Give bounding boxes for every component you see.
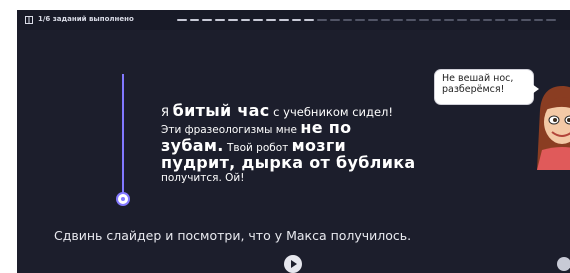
progress-segment <box>329 19 340 21</box>
progress-segment <box>418 19 429 21</box>
slider-handle[interactable] <box>116 192 130 206</box>
progress-segment <box>278 19 289 21</box>
speech-bubble: Не вешай нос, разберёмся! <box>434 69 539 105</box>
book-icon <box>25 16 33 24</box>
progress-segment <box>520 19 531 21</box>
story-word: получится. Ой! <box>161 172 245 185</box>
story-emphasis: битый час <box>172 101 270 120</box>
progress-segment <box>380 19 391 21</box>
progress-segment <box>317 19 327 21</box>
progress-segment <box>444 19 455 21</box>
character-avatar <box>537 85 570 170</box>
instruction-text: Сдвинь слайдер и посмотри, что у Макса п… <box>54 228 412 243</box>
progress-segment <box>227 19 238 21</box>
progress-segment <box>304 19 315 21</box>
progress-segment <box>393 19 404 21</box>
progress-segment <box>202 19 213 21</box>
progress-segment <box>546 19 557 21</box>
progress-segment <box>355 19 366 21</box>
story-word: Я <box>161 105 173 119</box>
progress-segment <box>508 19 518 21</box>
progress-segment <box>457 19 467 21</box>
play-button[interactable] <box>284 255 302 273</box>
progress-segment <box>240 19 251 21</box>
progress-segment <box>253 19 264 21</box>
story-word: Эти фразеологизмы мне <box>161 124 301 137</box>
progress-segment <box>533 19 544 21</box>
progress-segment <box>189 19 200 21</box>
progress-label: 1/6 заданий выполнено <box>38 15 134 23</box>
story-emphasis: мозги <box>291 135 347 155</box>
progress-segment <box>177 19 187 21</box>
story-text: Я битый час с учебником сидел! Эти фразе… <box>161 102 461 185</box>
progress-segment <box>368 19 378 21</box>
bubble-text: Не вешай нос, разберёмся! <box>442 73 514 95</box>
progress-segment <box>431 19 442 21</box>
story-emphasis: зубам. <box>161 135 224 155</box>
slider-track[interactable] <box>122 74 124 199</box>
progress-segment <box>495 19 506 21</box>
story-emphasis: не по <box>300 118 352 138</box>
progress-bar: 1/6 заданий выполнено <box>17 10 570 30</box>
progress-segment <box>215 19 225 21</box>
progress-segment <box>482 19 493 21</box>
progress-segment <box>406 19 416 21</box>
progress-segment <box>342 19 353 21</box>
story-emphasis: пудрит, дырка от бублика <box>161 152 416 172</box>
progress-segments <box>177 19 557 21</box>
lesson-stage: 1/6 заданий выполнено Я битый час с учеб… <box>17 10 570 273</box>
progress-segment <box>469 19 480 21</box>
settings-icon[interactable] <box>557 257 570 271</box>
story-word: Твой робот <box>223 141 292 154</box>
progress-segment <box>266 19 276 21</box>
story-word: с учебником сидел! <box>269 105 394 119</box>
progress-segment <box>291 19 302 21</box>
